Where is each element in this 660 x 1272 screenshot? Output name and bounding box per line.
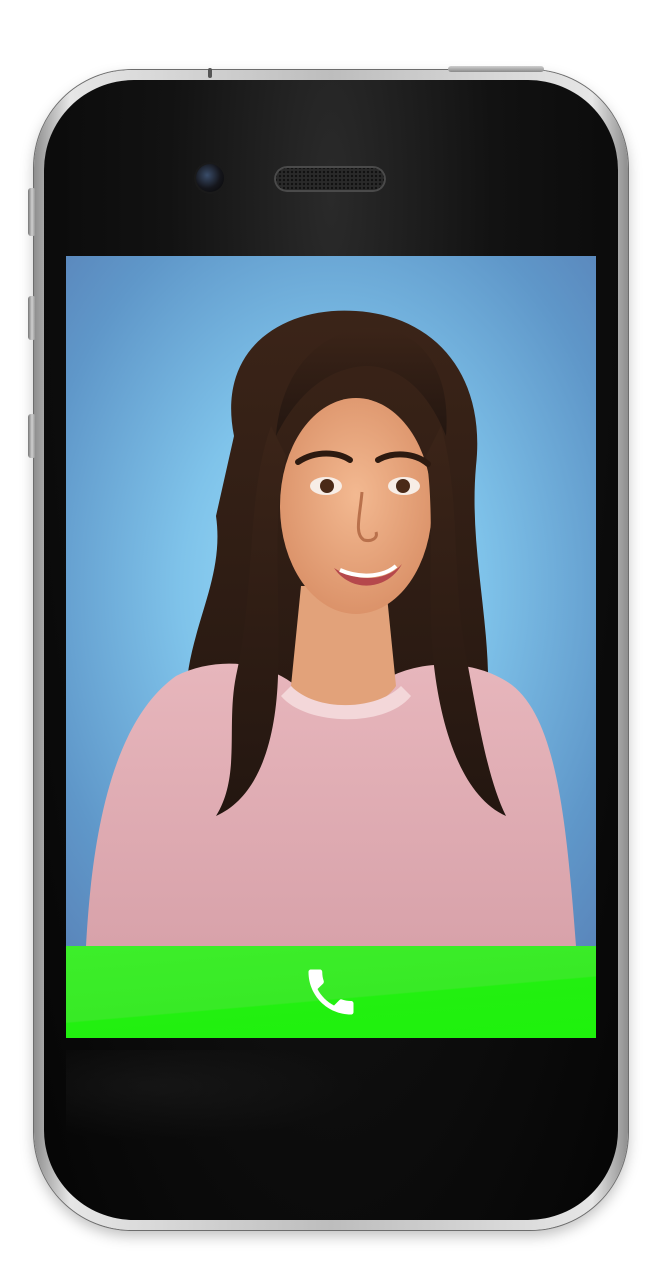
blurred-caller-info xyxy=(66,1050,366,1140)
caller-portrait xyxy=(86,310,576,946)
sleep-button xyxy=(448,66,544,72)
volume-up-button xyxy=(28,296,36,340)
antenna-notch xyxy=(208,68,212,78)
answer-call-button[interactable] xyxy=(66,946,596,1038)
earpiece-speaker xyxy=(274,166,386,192)
volume-down-button xyxy=(28,414,36,458)
phone-icon xyxy=(308,969,354,1015)
front-camera-icon xyxy=(196,164,224,192)
call-screen xyxy=(66,256,596,946)
page xyxy=(0,0,660,1272)
mute-switch xyxy=(28,188,36,236)
